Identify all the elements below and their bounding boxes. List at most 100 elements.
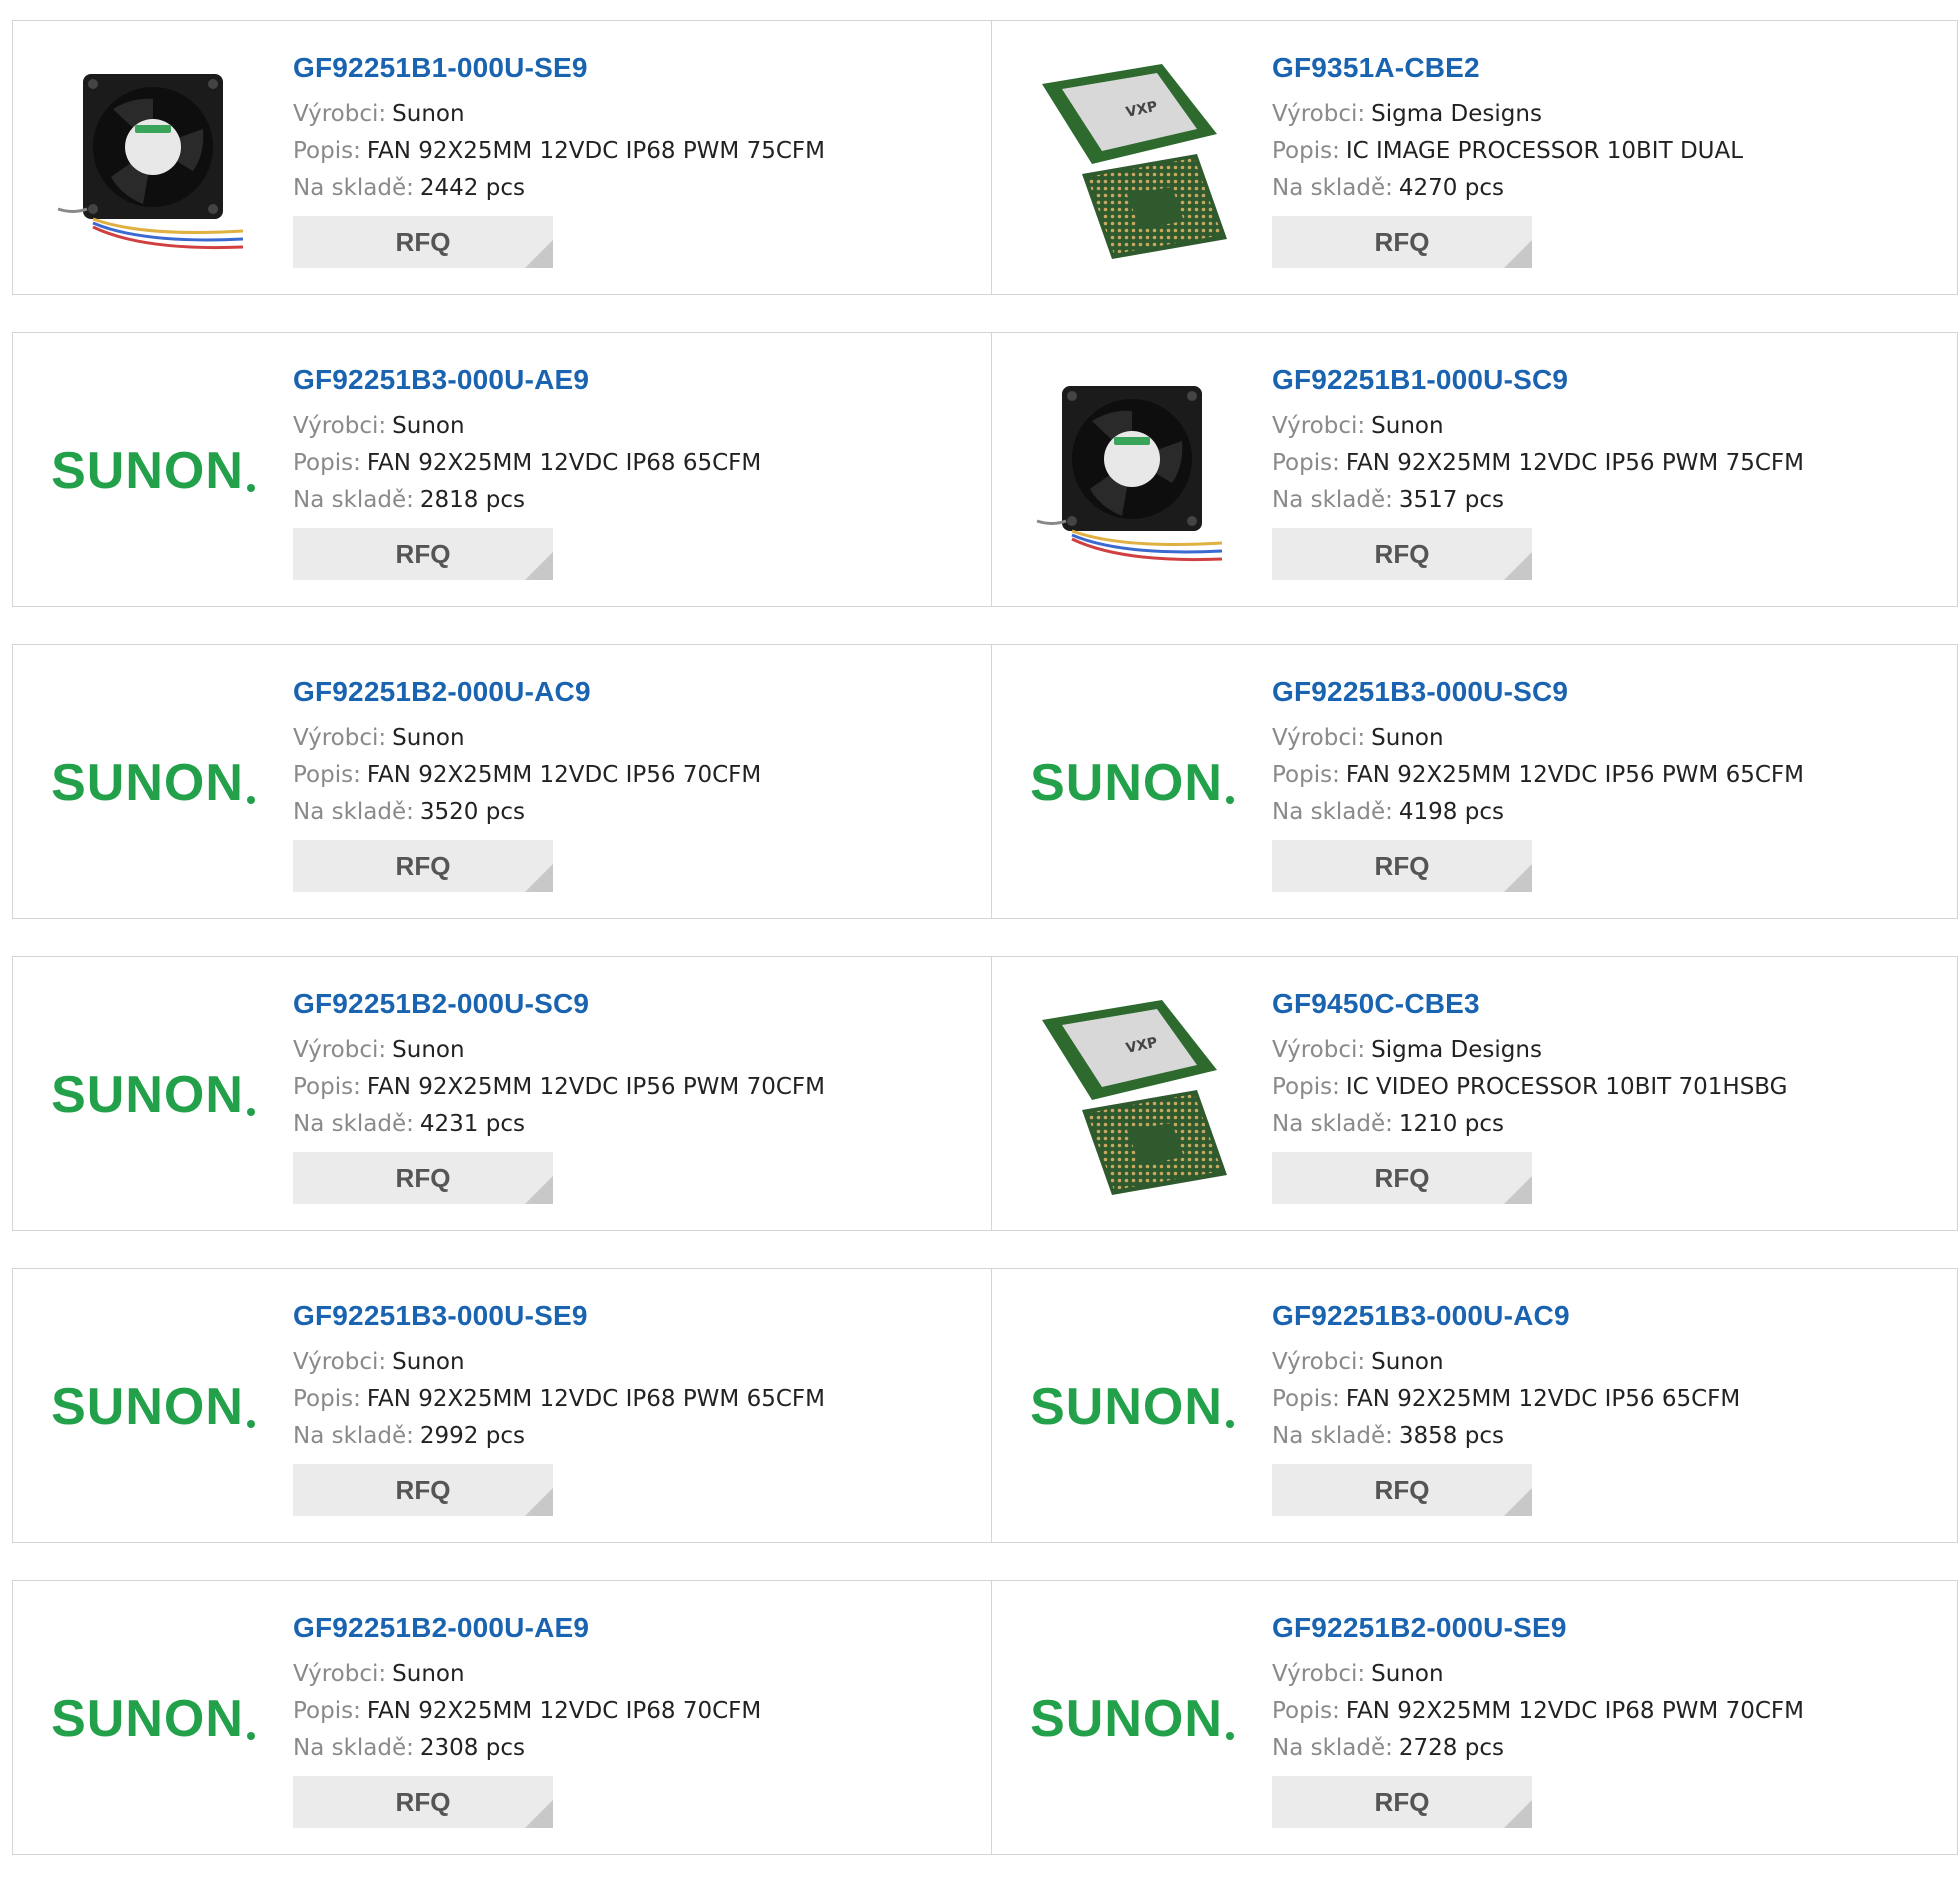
fan-image[interactable] [1032, 371, 1232, 571]
sunon-logo[interactable]: SUNON [51, 1619, 255, 1819]
part-number-link[interactable]: GF9351A-CBE2 [1272, 51, 1947, 85]
part-number-link[interactable]: GF92251B2-000U-AE9 [293, 1611, 981, 1645]
description-label: Popis: [1272, 138, 1340, 164]
manufacturer-line: Výrobci: Sigma Designs [1272, 1032, 1947, 1069]
stock-value: 2442 pcs [419, 175, 525, 201]
description-line: Popis: FAN 92X25MM 12VDC IP56 PWM 65CFM [1272, 757, 1947, 794]
manufacturer-label: Výrobci: [293, 1349, 387, 1375]
rfq-button[interactable]: RFQ [293, 840, 553, 892]
product-row: SUNON GF92251B3-000U-SE9 Výrobci: Sunon Popi… [12, 1268, 1958, 1543]
sunon-logo-wordmark: SUNON [1030, 1378, 1223, 1436]
sunon-logo-text: SUNON [1030, 1689, 1234, 1749]
description-value: FAN 92X25MM 12VDC IP56 PWM 65CFM [1345, 762, 1804, 788]
rfq-button[interactable]: RFQ [1272, 1464, 1532, 1516]
description-label: Popis: [1272, 450, 1340, 476]
manufacturer-label: Výrobci: [293, 1661, 387, 1687]
button-corner-decoration [1504, 864, 1532, 892]
sunon-logo[interactable]: SUNON [51, 371, 255, 571]
rfq-button[interactable]: RFQ [1272, 1776, 1532, 1828]
manufacturer-line: Výrobci: Sunon [1272, 720, 1947, 757]
manufacturer-value: Sunon [392, 1037, 465, 1063]
description-value: FAN 92X25MM 12VDC IP68 65CFM [366, 450, 762, 476]
product-row: GF92251B1-000U-SE9 Výrobci: Sunon Popis: FAN… [12, 20, 1958, 295]
product-info: GF92251B1-000U-SE9 Výrobci: Sunon Popis: FAN… [293, 51, 981, 268]
description-line: Popis: IC VIDEO PROCESSOR 10BIT 701HSBG [1272, 1069, 1947, 1106]
sunon-logo-wordmark: SUNON [51, 1378, 244, 1436]
rfq-button[interactable]: RFQ [1272, 528, 1532, 580]
part-number-link[interactable]: GF92251B3-000U-AC9 [1272, 1299, 1947, 1333]
rfq-button[interactable]: RFQ [1272, 840, 1532, 892]
product-info: GF92251B3-000U-SE9 Výrobci: Sunon Popis: FAN… [293, 1299, 981, 1516]
rfq-button[interactable]: RFQ [1272, 216, 1532, 268]
part-number-link[interactable]: GF92251B1-000U-SC9 [1272, 363, 1947, 397]
description-value: FAN 92X25MM 12VDC IP56 70CFM [366, 762, 762, 788]
sunon-logo[interactable]: SUNON [51, 995, 255, 1195]
description-line: Popis: FAN 92X25MM 12VDC IP68 70CFM [293, 1693, 981, 1730]
stock-label: Na skladě: [293, 175, 414, 201]
fan-image[interactable] [53, 59, 253, 259]
rfq-button[interactable]: RFQ [293, 1776, 553, 1828]
description-line: Popis: IC IMAGE PROCESSOR 10BIT DUAL [1272, 133, 1947, 170]
chip-image[interactable]: VXP [1032, 995, 1232, 1195]
product-card: GF92251B1-000U-SC9 Výrobci: Sunon Popis: FAN… [992, 332, 1958, 607]
product-info: GF92251B3-000U-AC9 Výrobci: Sunon Popis: FAN… [1272, 1299, 1947, 1516]
manufacturer-line: Výrobci: Sunon [293, 1032, 981, 1069]
stock-label: Na skladě: [293, 1735, 414, 1761]
description-value: FAN 92X25MM 12VDC IP68 PWM 75CFM [366, 138, 825, 164]
chip-image[interactable]: VXP [1032, 59, 1232, 259]
button-corner-decoration [525, 1800, 553, 1828]
sunon-logo-dot [1225, 1732, 1234, 1740]
stock-line: Na skladě: 4198 pcs [1272, 794, 1947, 831]
rfq-button-label: RFQ [1374, 1786, 1430, 1817]
sunon-logo[interactable]: SUNON [1030, 1619, 1234, 1819]
manufacturer-label: Výrobci: [1272, 1349, 1366, 1375]
manufacturer-line: Výrobci: Sunon [293, 96, 981, 133]
part-number-link[interactable]: GF92251B2-000U-SE9 [1272, 1611, 1947, 1645]
description-line: Popis: FAN 92X25MM 12VDC IP68 PWM 65CFM [293, 1381, 981, 1418]
manufacturer-value: Sunon [392, 1661, 465, 1687]
stock-value: 2308 pcs [419, 1735, 525, 1761]
sunon-logo-dot [1225, 1420, 1234, 1428]
stock-value: 3858 pcs [1398, 1423, 1504, 1449]
manufacturer-label: Výrobci: [293, 725, 387, 751]
rfq-button[interactable]: RFQ [293, 216, 553, 268]
sunon-logo[interactable]: SUNON [1030, 1307, 1234, 1507]
rfq-button[interactable]: RFQ [293, 1152, 553, 1204]
sunon-logo[interactable]: SUNON [1030, 683, 1234, 883]
manufacturer-value: Sunon [392, 101, 465, 127]
product-card: SUNON GF92251B3-000U-SE9 Výrobci: Sunon Popi… [12, 1268, 992, 1543]
description-value: FAN 92X25MM 12VDC IP68 PWM 70CFM [1345, 1698, 1804, 1724]
button-corner-decoration [1504, 552, 1532, 580]
manufacturer-line: Výrobci: Sunon [293, 1344, 981, 1381]
sunon-logo-text: SUNON [51, 1065, 255, 1125]
part-number-link[interactable]: GF9450C-CBE3 [1272, 987, 1947, 1021]
stock-label: Na skladě: [293, 799, 414, 825]
product-grid: GF92251B1-000U-SE9 Výrobci: Sunon Popis: FAN… [12, 20, 1958, 1892]
part-number-link[interactable]: GF92251B3-000U-AE9 [293, 363, 981, 397]
description-label: Popis: [293, 762, 361, 788]
description-label: Popis: [293, 138, 361, 164]
product-info: GF92251B3-000U-AE9 Výrobci: Sunon Popis: FAN… [293, 363, 981, 580]
stock-value: 3520 pcs [419, 799, 525, 825]
manufacturer-value: Sigma Designs [1371, 1037, 1542, 1063]
part-number-link[interactable]: GF92251B3-000U-SE9 [293, 1299, 981, 1333]
rfq-button[interactable]: RFQ [1272, 1152, 1532, 1204]
part-number-link[interactable]: GF92251B3-000U-SC9 [1272, 675, 1947, 709]
stock-line: Na skladě: 1210 pcs [1272, 1106, 1947, 1143]
sunon-logo[interactable]: SUNON [51, 683, 255, 883]
stock-line: Na skladě: 2818 pcs [293, 482, 981, 519]
part-number-link[interactable]: GF92251B2-000U-AC9 [293, 675, 981, 709]
description-line: Popis: FAN 92X25MM 12VDC IP56 PWM 75CFM [1272, 445, 1947, 482]
part-number-link[interactable]: GF92251B2-000U-SC9 [293, 987, 981, 1021]
rfq-button[interactable]: RFQ [293, 528, 553, 580]
stock-value: 4270 pcs [1398, 175, 1504, 201]
button-corner-decoration [1504, 1488, 1532, 1516]
product-card: SUNON GF92251B2-000U-AE9 Výrobci: Sunon Popi… [12, 1580, 992, 1855]
rfq-button[interactable]: RFQ [293, 1464, 553, 1516]
part-number-link[interactable]: GF92251B1-000U-SE9 [293, 51, 981, 85]
rfq-button-label: RFQ [395, 850, 451, 881]
sunon-logo[interactable]: SUNON [51, 1307, 255, 1507]
description-value: IC IMAGE PROCESSOR 10BIT DUAL [1345, 138, 1744, 164]
rfq-button-label: RFQ [395, 1474, 451, 1505]
description-value: FAN 92X25MM 12VDC IP56 PWM 75CFM [1345, 450, 1804, 476]
